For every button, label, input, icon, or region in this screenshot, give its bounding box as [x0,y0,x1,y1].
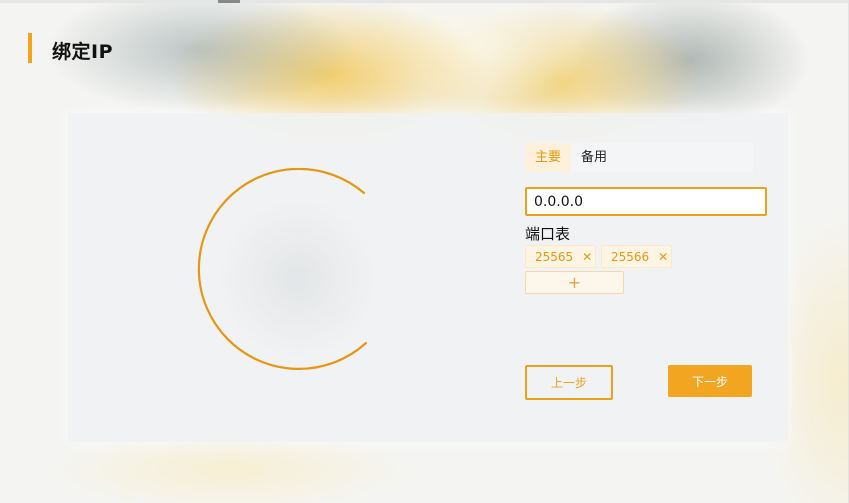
add-port-button[interactable]: + [525,271,624,294]
close-icon[interactable]: ✕ [579,246,595,269]
port-tag: 25565 ✕ [525,245,597,269]
tab-backup[interactable]: 备用 [571,143,617,172]
ports-label: 端口表 [525,225,571,243]
bind-ip-card: 主要 备用 端口表 25565 ✕ 25566 ✕ + 上一步 下一步 [68,113,788,442]
plus-icon: + [567,273,582,292]
next-step-button[interactable]: 下一步 [668,365,752,397]
address-tabs: 主要 备用 [525,143,753,172]
port-tag-label: 25565 [535,250,574,264]
window-top-notch [218,0,240,3]
tab-primary[interactable]: 主要 [525,143,572,172]
page-title-accent [28,33,32,63]
port-tag: 25566 ✕ [601,245,673,269]
loading-spinner [188,168,408,388]
window-top-bar [0,0,849,3]
prev-step-button[interactable]: 上一步 [525,365,613,400]
ip-address-input[interactable] [525,187,767,216]
close-icon[interactable]: ✕ [655,246,671,269]
page-title: 绑定IP [52,41,113,63]
spinner-arc-icon [197,168,368,370]
port-tag-label: 25566 [611,250,650,264]
